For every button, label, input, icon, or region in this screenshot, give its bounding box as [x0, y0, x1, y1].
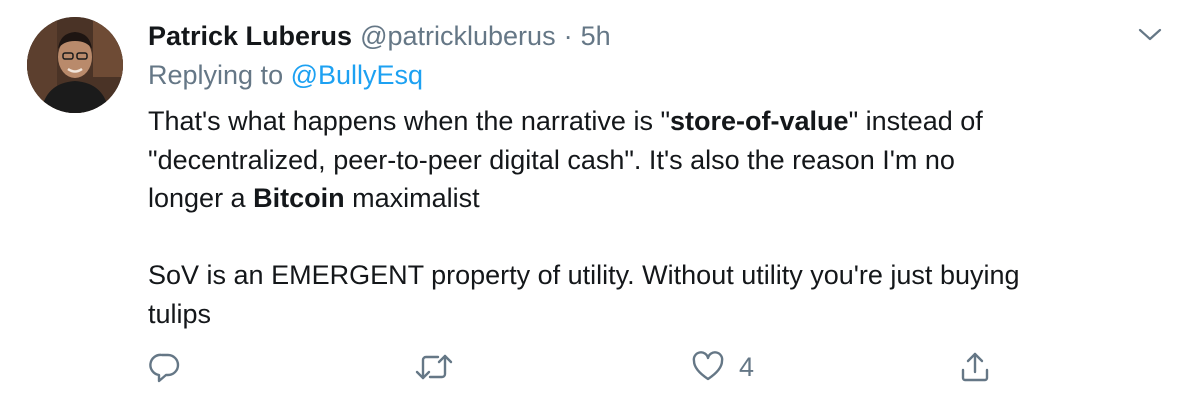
share-button[interactable]: [958, 345, 992, 389]
text-segment: " instead of: [848, 106, 983, 136]
text-segment: longer a: [148, 183, 254, 213]
bold-text: Bitcoin: [253, 183, 345, 213]
avatar-image: [27, 17, 123, 113]
tweet: Patrick Luberus @patrickluberus · 5h Rep…: [0, 0, 1180, 402]
author-handle[interactable]: @patrickluberus: [360, 21, 556, 52]
text-segment: maximalist: [344, 183, 480, 213]
tweet-text-line: SoV is an EMERGENT property of utility. …: [148, 260, 1020, 290]
replying-to-label: Replying to: [148, 60, 284, 90]
tweet-menu-button[interactable]: [1137, 26, 1163, 44]
like-count: 4: [739, 351, 755, 382]
heart-icon: [692, 351, 724, 381]
author-name[interactable]: Patrick Luberus: [148, 21, 352, 52]
paragraph-break: [148, 218, 1158, 257]
reply-icon: [149, 353, 180, 383]
reply-button[interactable]: [148, 345, 182, 389]
tweet-text-line: That's what happens when the narrative i…: [148, 102, 1158, 141]
chevron-down-icon: [1138, 28, 1162, 41]
separator: ·: [563, 20, 573, 51]
replying-to: Replying to @BullyEsq: [148, 60, 423, 91]
bold-text: store-of-value: [670, 106, 849, 136]
share-icon: [961, 352, 989, 382]
mention-link[interactable]: @BullyEsq: [291, 60, 423, 90]
timestamp[interactable]: 5h: [581, 21, 611, 52]
avatar[interactable]: [27, 17, 123, 113]
text-segment: That's what happens when the narrative i…: [148, 106, 671, 136]
tweet-text-line: "decentralized, peer-to-peer digital cas…: [148, 144, 955, 175]
tweet-actions: 4: [0, 345, 1180, 389]
tweet-text: That's what happens when the narrative i…: [148, 102, 1158, 333]
tweet-header: Patrick Luberus @patrickluberus · 5h: [148, 18, 611, 54]
tweet-text-line: longer a Bitcoin maximalist: [148, 179, 1158, 218]
retweet-icon: [415, 354, 453, 380]
like-button[interactable]: 4: [691, 345, 754, 389]
tweet-text-line: tulips: [148, 298, 212, 329]
retweet-button[interactable]: [414, 345, 454, 389]
